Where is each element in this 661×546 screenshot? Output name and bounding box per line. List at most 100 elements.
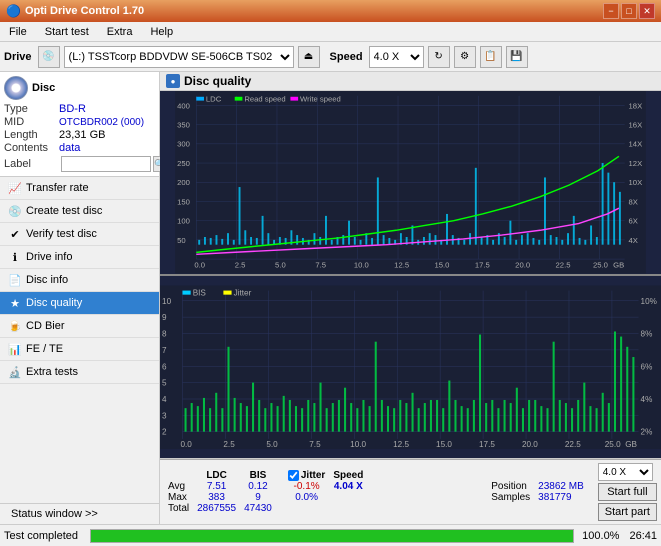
export-button[interactable]: 📋 (480, 46, 502, 68)
length-value: 23,31 GB (59, 129, 105, 141)
svg-text:LDC: LDC (206, 95, 222, 104)
disc-section-title: Disc (32, 82, 55, 94)
sidebar: Disc Type BD-R MID OTCBDR002 (000) Lengt… (0, 72, 160, 524)
main-area: Disc Type BD-R MID OTCBDR002 (000) Lengt… (0, 72, 661, 524)
nav-items: 📈 Transfer rate 💿 Create test disc ✔ Ver… (0, 177, 159, 384)
svg-text:16X: 16X (629, 121, 643, 130)
status-window-button[interactable]: Status window >> (6, 507, 103, 521)
speed-dropdown[interactable]: 4.0 X (598, 463, 653, 481)
menu-file[interactable]: File (4, 25, 32, 39)
sidebar-item-disc-info[interactable]: 📄 Disc info (0, 269, 159, 292)
svg-text:250: 250 (177, 159, 190, 168)
drive-select[interactable]: (L:) TSSTcorp BDDVDW SE-506CB TS02 (64, 46, 294, 68)
svg-text:350: 350 (177, 121, 190, 130)
disc-panel: Disc Type BD-R MID OTCBDR002 (000) Lengt… (0, 72, 159, 177)
svg-text:25.0: 25.0 (605, 440, 621, 449)
speed-label: Speed (330, 51, 363, 63)
svg-text:2.5: 2.5 (235, 261, 246, 270)
sidebar-item-verify-test-disc[interactable]: ✔ Verify test disc (0, 223, 159, 246)
menu-start-test[interactable]: Start test (40, 25, 94, 39)
transfer-rate-label: Transfer rate (26, 182, 89, 194)
samples-value: 381779 (534, 492, 588, 503)
refresh-button[interactable]: ↻ (428, 46, 450, 68)
length-label: Length (4, 129, 59, 141)
chart-icon: ● (166, 74, 180, 88)
menu-extra[interactable]: Extra (102, 25, 138, 39)
sidebar-item-disc-quality[interactable]: ★ Disc quality (0, 292, 159, 315)
transfer-rate-icon: 📈 (8, 181, 22, 195)
svg-text:9: 9 (162, 313, 167, 322)
contents-label: Contents (4, 142, 59, 154)
chart-header: ● Disc quality (160, 72, 661, 91)
eject-button[interactable]: ⏏ (298, 46, 320, 68)
start-full-button[interactable]: Start full (598, 483, 657, 501)
speed-avg: 4.04 X (329, 481, 367, 492)
contents-value: data (59, 142, 80, 154)
svg-text:20.0: 20.0 (515, 261, 530, 270)
disc-quality-icon: ★ (8, 296, 22, 310)
minimize-button[interactable]: − (603, 3, 619, 19)
avg-label: Avg (164, 481, 193, 492)
sidebar-item-cd-bier[interactable]: 🍺 CD Bier (0, 315, 159, 338)
svg-text:6%: 6% (641, 362, 653, 371)
app-title: Opti Drive Control 1.70 (25, 5, 603, 17)
svg-text:2%: 2% (641, 427, 653, 436)
svg-text:Read speed: Read speed (244, 95, 285, 104)
sidebar-item-create-test-disc[interactable]: 💿 Create test disc (0, 200, 159, 223)
type-label: Type (4, 103, 59, 115)
bis-total: 47430 (240, 503, 276, 514)
disc-icon (4, 76, 28, 100)
svg-text:8%: 8% (641, 329, 653, 338)
jitter-checkbox[interactable] (288, 470, 299, 481)
sidebar-item-drive-info[interactable]: ℹ Drive info (0, 246, 159, 269)
svg-text:10X: 10X (629, 178, 643, 187)
sidebar-item-extra-tests[interactable]: 🔬 Extra tests (0, 361, 159, 384)
maximize-button[interactable]: □ (621, 3, 637, 19)
menu-help[interactable]: Help (145, 25, 178, 39)
window-controls: − □ ✕ (603, 3, 655, 19)
svg-text:20.0: 20.0 (522, 440, 538, 449)
sidebar-item-transfer-rate[interactable]: 📈 Transfer rate (0, 177, 159, 200)
verify-icon: ✔ (8, 227, 22, 241)
svg-text:17.5: 17.5 (475, 261, 490, 270)
svg-text:10%: 10% (641, 296, 657, 305)
disc-info-label: Disc info (26, 274, 68, 286)
svg-text:4%: 4% (641, 395, 653, 404)
sidebar-item-fe-te[interactable]: 📊 FE / TE (0, 338, 159, 361)
svg-text:400: 400 (177, 101, 190, 110)
extra-tests-label: Extra tests (26, 366, 78, 378)
svg-text:4X: 4X (629, 236, 638, 245)
jitter-label: Jitter (301, 470, 325, 481)
disc-quality-label: Disc quality (26, 297, 82, 309)
svg-text:10.0: 10.0 (354, 261, 369, 270)
close-button[interactable]: ✕ (639, 3, 655, 19)
max-label: Max (164, 492, 193, 503)
ldc-avg: 7.51 (193, 481, 240, 492)
svg-text:4: 4 (162, 395, 167, 404)
speed-header: Speed (329, 470, 367, 481)
progress-bar-outer (90, 529, 574, 543)
label-input[interactable] (61, 156, 151, 172)
svg-text:2.5: 2.5 (223, 440, 235, 449)
jitter-avg: -0.1% (284, 481, 329, 492)
verify-label: Verify test disc (26, 228, 97, 240)
svg-text:10.0: 10.0 (350, 440, 366, 449)
stats-table: LDC BIS Jitter Speed Avg 7.51 0.12 (164, 470, 367, 514)
top-chart-area: 400 350 300 250 200 150 100 50 18X 16X 1… (160, 91, 661, 276)
svg-text:5.0: 5.0 (275, 261, 286, 270)
settings-button[interactable]: ⚙ (454, 46, 476, 68)
cd-bier-icon: 🍺 (8, 319, 22, 333)
start-part-button[interactable]: Start part (598, 503, 657, 521)
position-label: Position (487, 481, 534, 492)
progress-bar-inner (91, 530, 573, 542)
titlebar: 🔵 Opti Drive Control 1.70 − □ ✕ (0, 0, 661, 22)
position-info-table: Position 23862 MB Samples 381779 (487, 481, 588, 503)
fe-te-icon: 📊 (8, 342, 22, 356)
speed-select[interactable]: 4.0 X (369, 46, 424, 68)
cd-bier-label: CD Bier (26, 320, 65, 332)
status-bar: Test completed 100.0% 26:41 (0, 524, 661, 546)
svg-text:14X: 14X (629, 140, 643, 149)
save-button[interactable]: 💾 (506, 46, 528, 68)
total-label: Total (164, 503, 193, 514)
svg-text:17.5: 17.5 (479, 440, 495, 449)
